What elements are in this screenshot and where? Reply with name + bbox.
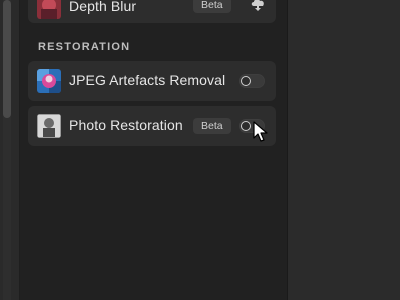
filter-label: Depth Blur <box>69 0 137 14</box>
toggle-knob <box>241 76 251 86</box>
cloud-download-icon[interactable] <box>250 0 266 12</box>
toggle-knob <box>241 121 251 131</box>
section-title-restoration: RESTORATION <box>38 41 131 53</box>
jpeg-artefacts-thumbnail-icon <box>37 69 61 93</box>
filter-card-photo-restoration[interactable]: Photo Restoration Beta <box>28 106 276 146</box>
left-rail <box>0 0 20 300</box>
filter-toggle[interactable] <box>239 74 265 88</box>
depth-blur-thumbnail-icon <box>37 0 61 19</box>
beta-badge: Beta <box>193 118 231 134</box>
filter-card-jpeg-artefacts-removal[interactable]: JPEG Artefacts Removal <box>28 61 276 101</box>
beta-badge: Beta <box>193 0 231 13</box>
scrollbar-thumb[interactable] <box>3 0 11 118</box>
photo-restoration-thumbnail-icon <box>37 114 61 138</box>
mouse-cursor-icon <box>253 121 269 143</box>
filter-label: Photo Restoration <box>69 117 183 133</box>
filter-card-depth-blur[interactable]: Depth Blur Beta <box>28 0 276 23</box>
neural-filters-window: Depth Blur Beta RESTORATION JPEG Artefac… <box>0 0 400 300</box>
preview-area <box>288 0 400 300</box>
filter-label: JPEG Artefacts Removal <box>69 72 226 88</box>
